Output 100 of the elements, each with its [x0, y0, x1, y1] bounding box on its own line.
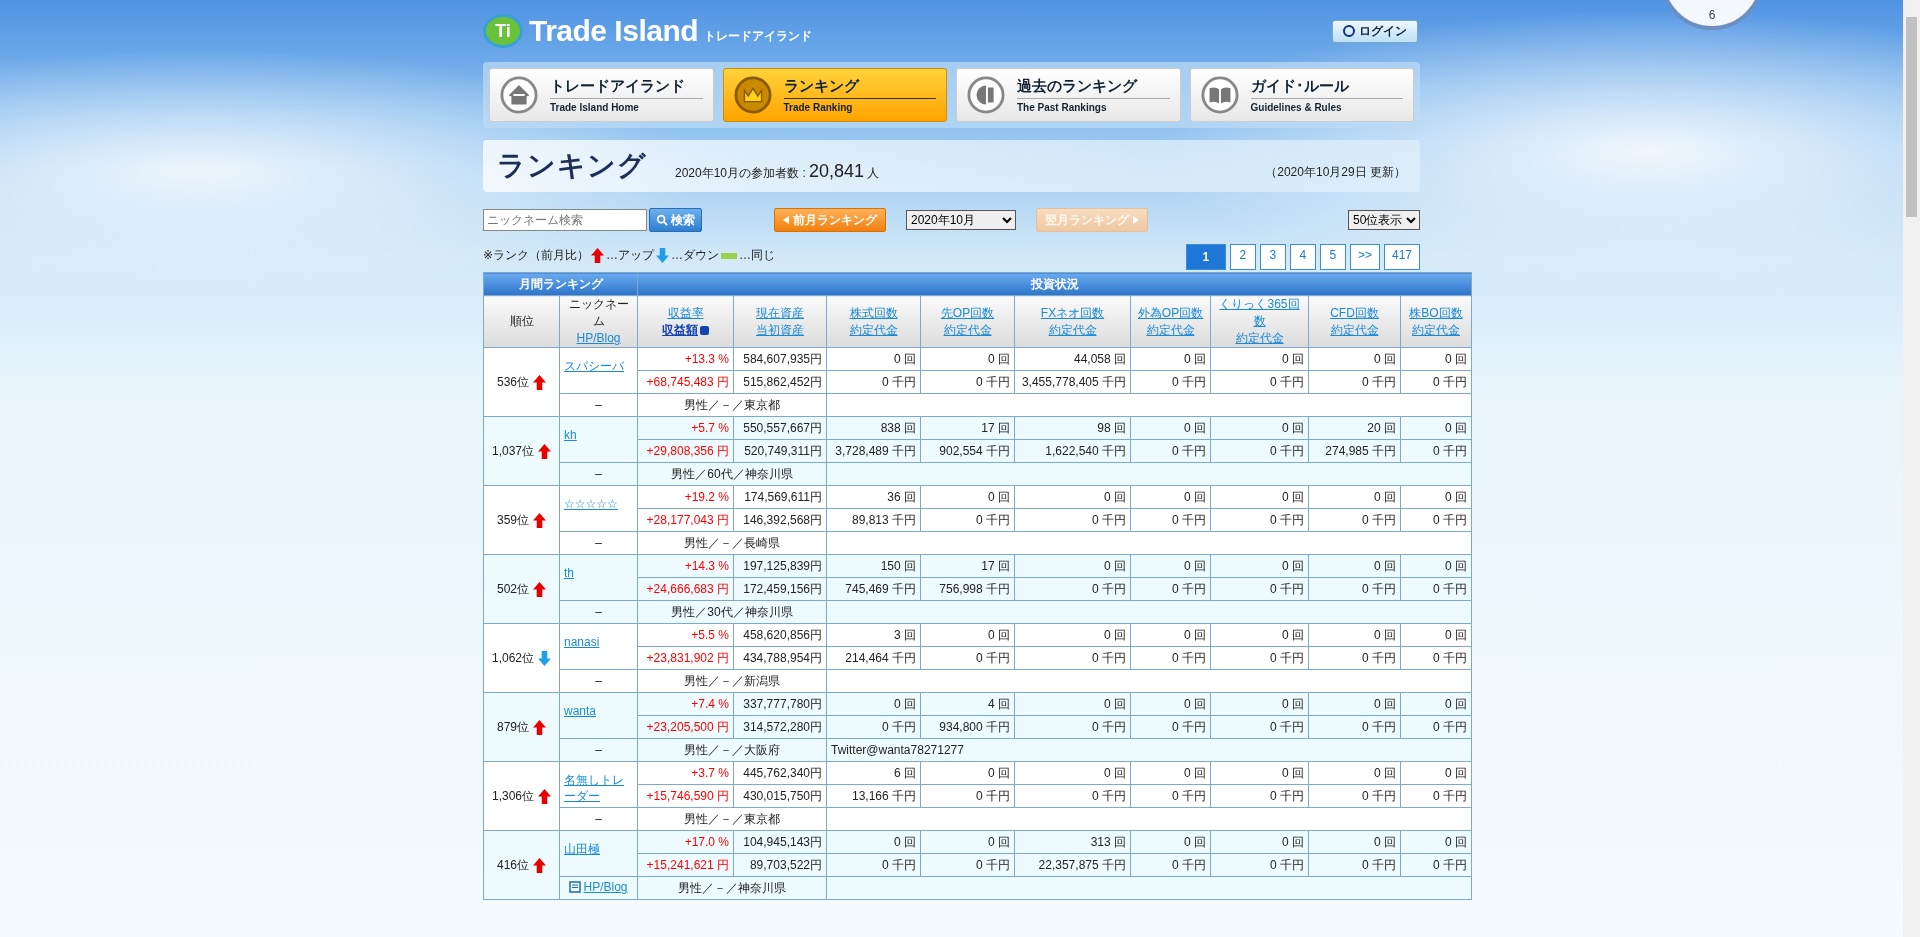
table-cell: 0 千円 — [1308, 370, 1401, 394]
header-link[interactable]: 約定代金 — [1412, 322, 1460, 337]
page-link[interactable]: 2 — [1229, 244, 1256, 270]
table-cell: 0 回 — [1308, 761, 1401, 785]
table-cell: +3.7 % — [637, 761, 734, 785]
nav-tab[interactable]: トレードアイランド Trade Island Home — [489, 68, 714, 122]
rank-text: 536位 — [497, 374, 529, 389]
table-cell: Twitter@wanta78271277 — [826, 738, 1472, 762]
header-link[interactable]: 収益率 — [642, 304, 729, 322]
arrow-up-icon — [533, 719, 546, 735]
table-cell: 0 回 — [1210, 485, 1309, 509]
table-cell: 6 回 — [826, 761, 921, 785]
table-cell: – — [559, 393, 638, 417]
header-link[interactable]: 約定代金 — [849, 322, 898, 337]
page-link[interactable]: 5 — [1319, 244, 1346, 270]
rank-text: 879位 — [497, 719, 529, 734]
page-link[interactable]: >> — [1349, 244, 1380, 270]
table-cell: 0 千円 — [1308, 508, 1401, 532]
table-cell: 22,357,875 千円 — [1014, 853, 1131, 877]
table-cell: 0 回 — [1400, 761, 1472, 785]
table-cell: 0 回 — [920, 623, 1015, 647]
header-link[interactable]: HP/Blog — [576, 331, 621, 345]
page-link[interactable]: 417 — [1383, 244, 1420, 270]
header-link[interactable]: 約定代金 — [1146, 322, 1195, 337]
header-link[interactable]: CFD回数 — [1313, 304, 1396, 322]
table-cell: 0 回 — [826, 347, 921, 371]
table-cell: 44,058 回 — [1014, 347, 1131, 371]
table-cell: 0 千円 — [1014, 577, 1131, 601]
table-cell: 0 回 — [1400, 485, 1472, 509]
arrow-up-icon — [533, 512, 546, 528]
logo-text: Trade Island — [529, 14, 699, 48]
table-cell: 0 回 — [920, 485, 1015, 509]
table-cell: 0 千円 — [1210, 370, 1309, 394]
arrow-up-icon — [533, 374, 546, 390]
page-link[interactable]: 3 — [1259, 244, 1286, 270]
page-title: ランキング — [497, 149, 647, 183]
page-link[interactable]: 1 — [1185, 244, 1226, 270]
table-cell: 0 回 — [1130, 347, 1211, 371]
header-link[interactable]: くりっく365回数 — [1215, 296, 1304, 330]
month-select[interactable]: 2020年10月 — [906, 210, 1016, 230]
table-cell: 445,762,340円 — [733, 761, 827, 785]
document-icon — [569, 881, 582, 893]
prev-month-button[interactable]: 前月ランキング — [774, 208, 886, 232]
table-cell: 0 回 — [1308, 347, 1401, 371]
header-link[interactable]: 約定代金 — [1048, 322, 1097, 337]
search-field[interactable]: ニックネーム検索 — [483, 209, 647, 231]
table-cell: 男性／－／東京都 — [637, 393, 827, 417]
table-cell: 0 回 — [1014, 485, 1131, 509]
logo-icon: Ti — [483, 14, 523, 48]
participants-count: 2020年10月の参加者数 : 20,841 人 — [675, 160, 880, 182]
legend-label: …アップ — [606, 247, 655, 264]
table-cell: 男性／－／東京都 — [637, 807, 827, 831]
table-cell: 174,569,611円 — [733, 485, 827, 509]
table-cell: 0 千円 — [1130, 508, 1211, 532]
login-button[interactable]: ログイン — [1332, 19, 1418, 43]
table-cell: +13.3 % — [637, 347, 734, 371]
header-link[interactable]: FXネオ回数 — [1019, 304, 1126, 322]
table-cell: 13,166 千円 — [826, 784, 921, 808]
table-cell: 男性／－／大阪府 — [637, 738, 827, 762]
header-cell: 月間ランキング — [483, 272, 638, 296]
table-cell: 0 回 — [1014, 623, 1131, 647]
header-link[interactable]: 当初資産 — [756, 322, 804, 337]
table-cell: 0 千円 — [1210, 646, 1309, 670]
table-cell: 0 千円 — [920, 784, 1015, 808]
table-cell: 0 回 — [1014, 692, 1131, 716]
header-link[interactable]: 株式回数 — [831, 304, 916, 322]
nav-tab[interactable]: ランキング Trade Ranking — [722, 68, 947, 122]
nav-tab[interactable]: ガイド･ルール Guidelines & Rules — [1189, 68, 1414, 122]
header-link[interactable]: 外為OP回数 — [1135, 304, 1206, 322]
header-link[interactable]: 先OP回数 — [925, 304, 1010, 322]
table-cell: 0 千円 — [920, 508, 1015, 532]
header-link[interactable]: 株BO回数 — [1405, 304, 1468, 322]
header-link[interactable]: 約定代金 — [1330, 322, 1379, 337]
header-link[interactable]: 収益額 — [662, 322, 709, 337]
header-link[interactable]: 約定代金 — [943, 322, 992, 337]
table-cell: 0 千円 — [1400, 370, 1472, 394]
crown-icon — [733, 76, 772, 114]
nav-tab[interactable]: 過去のランキング The Past Rankings — [956, 68, 1181, 122]
table-cell: 0 回 — [1130, 485, 1211, 509]
header-link[interactable]: 約定代金 — [1235, 331, 1284, 345]
table-cell: +68,745,483 円 — [637, 370, 734, 394]
table-cell: 0 千円 — [1210, 508, 1309, 532]
table-cell: 0 回 — [1308, 623, 1401, 647]
table-cell: 0 回 — [1210, 347, 1309, 371]
rank-text: 1,037位 — [492, 443, 534, 458]
table-cell: 146,392,568円 — [733, 508, 827, 532]
search-button[interactable]: 検索 — [649, 208, 702, 232]
arrow-up-icon — [533, 857, 546, 873]
arrow-down-icon — [538, 650, 551, 666]
search-icon — [656, 214, 668, 226]
per-page-select[interactable]: 50位表示 — [1348, 210, 1420, 230]
page-link[interactable]: 4 — [1289, 244, 1316, 270]
table-cell: 0 千円 — [1400, 508, 1472, 532]
header-cell: 順位 — [483, 295, 560, 348]
legend-label: …同じ — [739, 247, 776, 264]
table-cell: 0 千円 — [1308, 646, 1401, 670]
scrollbar[interactable] — [1903, 0, 1920, 937]
arrow-down-icon — [656, 248, 670, 263]
header-link[interactable]: 現在資産 — [738, 304, 822, 322]
table-cell: 0 千円 — [1130, 370, 1211, 394]
